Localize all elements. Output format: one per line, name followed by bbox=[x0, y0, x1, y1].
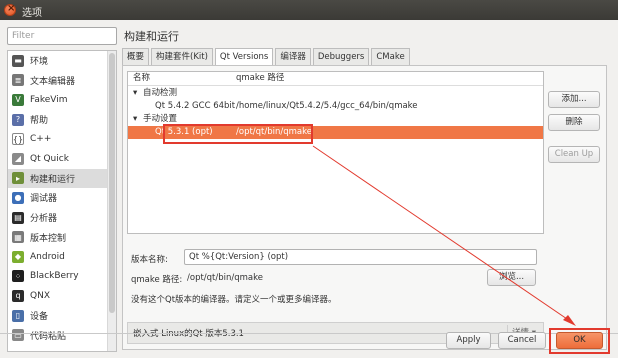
annotation-arrow bbox=[312, 145, 576, 326]
